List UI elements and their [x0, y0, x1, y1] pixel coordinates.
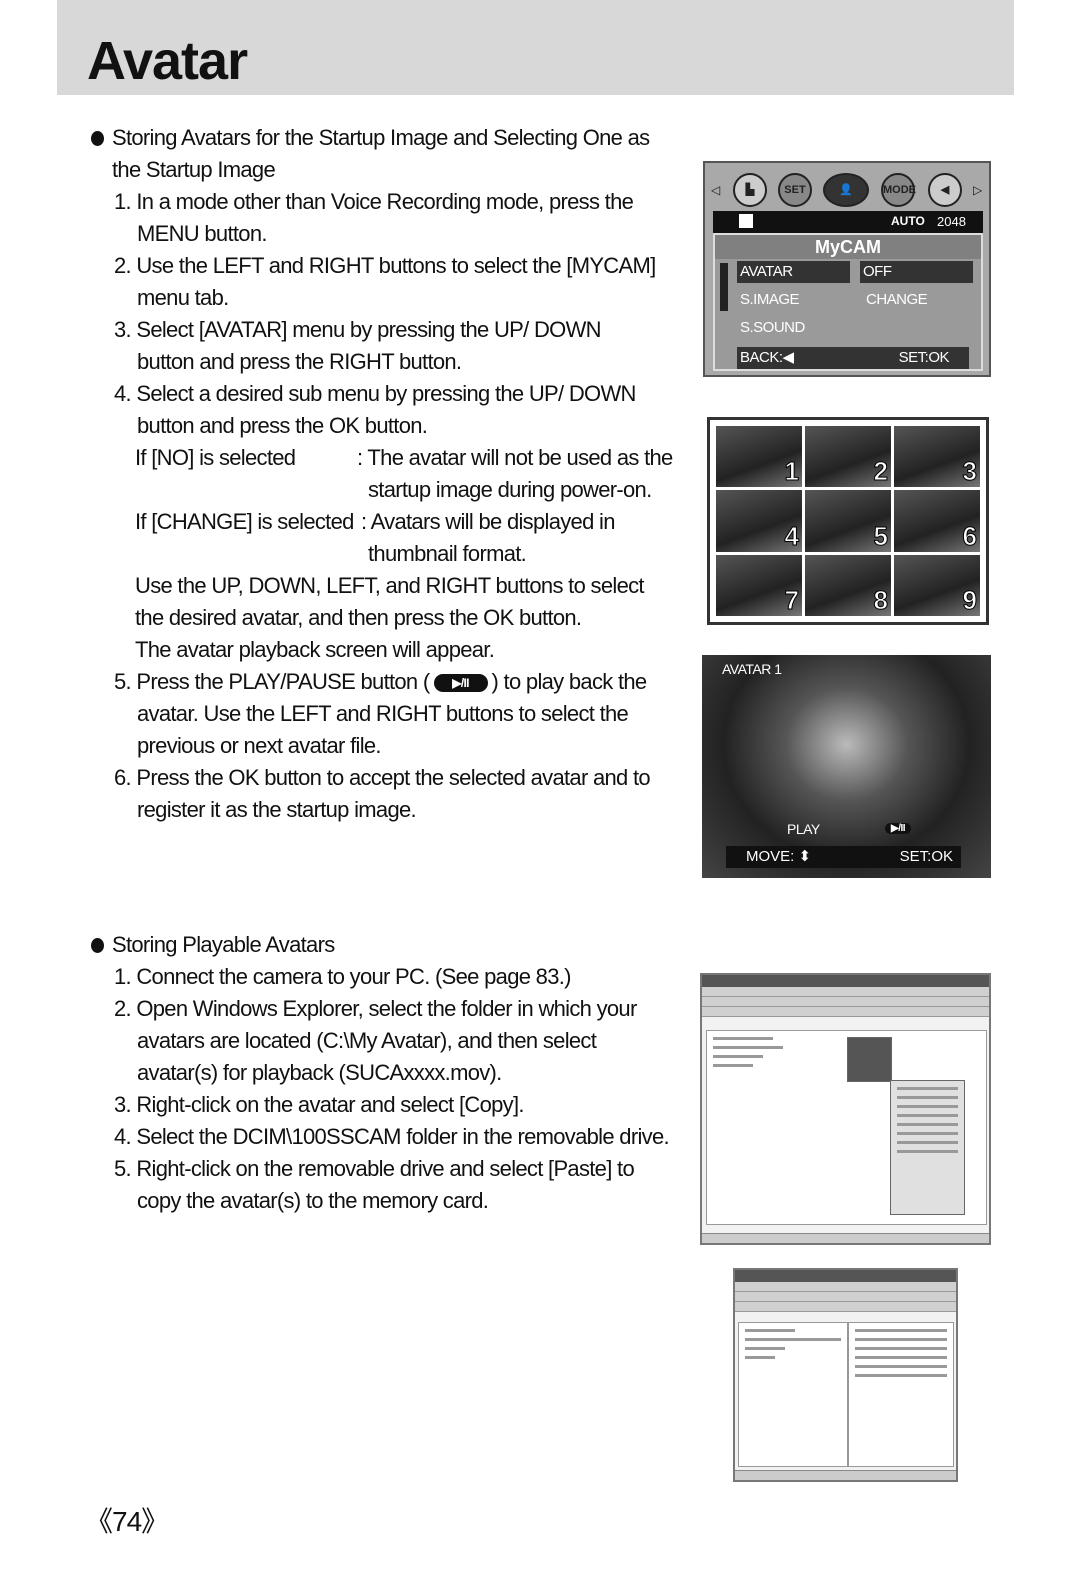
step-6-cont: register it as the startup image. — [137, 797, 417, 822]
thumbnail[interactable]: 8 — [805, 554, 891, 616]
step-2-cont: menu tab. — [137, 285, 229, 310]
step-3: 3. Right-click on the avatar and select … — [114, 1092, 524, 1117]
option-no-desc: : The avatar will not be used as the — [357, 445, 673, 470]
set-icon: SET — [778, 173, 812, 207]
scrollbar — [720, 263, 728, 311]
menu-title: MyCAM — [715, 235, 981, 259]
bullet-icon — [91, 131, 104, 146]
avatar-playback-screenshot: AVATAR 1 PLAY ▶/II MOVE: ⬍ SET:OK — [702, 655, 991, 878]
option-change-desc: : Avatars will be displayed in — [361, 509, 615, 534]
image-size-icon: ▙ — [733, 173, 767, 207]
step-2: 2. Use the LEFT and RIGHT buttons to sel… — [114, 253, 656, 278]
bullet-icon — [91, 938, 104, 953]
step-4: 4. Select the DCIM\100SSCAM folder in th… — [114, 1124, 670, 1149]
camera-menu-screenshot: ◁ ▙ SET 👤 MODE ◀ ▷ AUTO 2048 MyCAM AVATA… — [703, 161, 991, 377]
option-change-desc-cont: thumbnail format. — [368, 541, 527, 566]
step-5: 5. Right-click on the removable drive an… — [114, 1156, 635, 1181]
set-label: SET:OK — [899, 848, 953, 865]
step-1-cont: MENU button. — [137, 221, 267, 246]
left-arrow-icon: ◁ — [711, 183, 721, 197]
step-2-cont: avatar(s) for playback (SUCAxxxx.mov). — [137, 1060, 502, 1085]
step-5-cont: avatar. Use the LEFT and RIGHT buttons t… — [137, 701, 629, 726]
play-label: PLAY — [787, 821, 820, 837]
move-label: MOVE: ⬍ — [746, 848, 812, 865]
thumbnail[interactable]: 4 — [716, 490, 802, 552]
thumbnail[interactable]: 2 — [805, 426, 891, 488]
play-pause-icon: ▶/II — [433, 674, 488, 693]
quality-icon — [739, 214, 753, 228]
menu-item-ssound[interactable]: S.SOUND — [737, 317, 805, 339]
option-no-desc-cont: startup image during power-on. — [368, 477, 652, 502]
sound-icon: ◀ — [928, 173, 962, 207]
step-1: 1. Connect the camera to your PC. (See p… — [114, 964, 571, 989]
menu-value-change[interactable]: CHANGE — [863, 289, 928, 311]
step-3: 3. Select [AVATAR] menu by pressing the … — [114, 317, 602, 342]
explorer-copy-screenshot — [700, 973, 991, 1245]
menu-value-off[interactable]: OFF — [860, 261, 973, 283]
play-pause-icon: ▶/II — [885, 823, 912, 834]
step-3-cont: button and press the RIGHT button. — [137, 349, 462, 374]
thumbnail[interactable]: 9 — [894, 554, 980, 616]
step-5-text: 5. Press the PLAY/PAUSE button ( — [114, 669, 430, 694]
back-hint: BACK:◀ SET:OK — [737, 347, 969, 369]
back-label: BACK:◀ — [740, 349, 794, 366]
size-label: 2048 — [937, 214, 966, 229]
page-header: Avatar — [57, 0, 1014, 95]
step-4: 4. Select a desired sub menu by pressing… — [114, 381, 636, 406]
mode-icon: MODE — [881, 173, 916, 207]
step-1: 1. In a mode other than Voice Recording … — [114, 189, 634, 214]
step-2-cont: avatars are located (C:\My Avatar), and … — [137, 1028, 597, 1053]
thumbnail[interactable]: 5 — [805, 490, 891, 552]
section-heading: Storing Playable Avatars — [112, 932, 335, 957]
move-hint: MOVE: ⬍ SET:OK — [726, 846, 961, 868]
thumbnail[interactable]: 3 — [894, 426, 980, 488]
section-heading: Storing Avatars for the Startup Image an… — [112, 125, 650, 150]
after-text: Use the UP, DOWN, LEFT, and RIGHT button… — [135, 573, 645, 598]
step-4-cont: button and press the OK button. — [137, 413, 428, 438]
right-arrow-icon: ▷ — [973, 183, 983, 197]
thumbnail-grid-screenshot: 1 2 3 4 5 6 7 8 9 — [707, 417, 989, 625]
explorer-paste-screenshot — [733, 1268, 958, 1482]
page-number: 《74》 — [85, 1506, 169, 1537]
mycam-icon: 👤 — [823, 173, 869, 207]
after-text: the desired avatar, and then press the O… — [135, 605, 582, 630]
option-no-label: If [NO] is selected — [135, 445, 296, 470]
section-heading-cont: the Startup Image — [112, 157, 276, 182]
step-2: 2. Open Windows Explorer, select the fol… — [114, 996, 637, 1021]
thumbnail[interactable]: 6 — [894, 490, 980, 552]
option-change-label: If [CHANGE] is selected — [135, 509, 354, 534]
thumbnail[interactable]: 7 — [716, 554, 802, 616]
step-5-cont: previous or next avatar file. — [137, 733, 382, 758]
avatar-title: AVATAR 1 — [722, 661, 782, 677]
after-text: The avatar playback screen will appear. — [135, 637, 495, 662]
set-label: SET:OK — [898, 349, 950, 366]
step-5: 5. Press the PLAY/PAUSE button (▶/II) to… — [114, 668, 648, 696]
step-6: 6. Press the OK button to accept the sel… — [114, 765, 651, 790]
menu-item-simage[interactable]: S.IMAGE — [737, 289, 800, 311]
auto-label: AUTO — [891, 214, 925, 228]
page-title: Avatar — [87, 31, 248, 91]
menu-item-avatar[interactable]: AVATAR — [737, 261, 850, 283]
step-5-text-b: ) to play back the — [491, 669, 648, 694]
step-5-cont: copy the avatar(s) to the memory card. — [137, 1188, 489, 1213]
thumbnail[interactable]: 1 — [716, 426, 802, 488]
